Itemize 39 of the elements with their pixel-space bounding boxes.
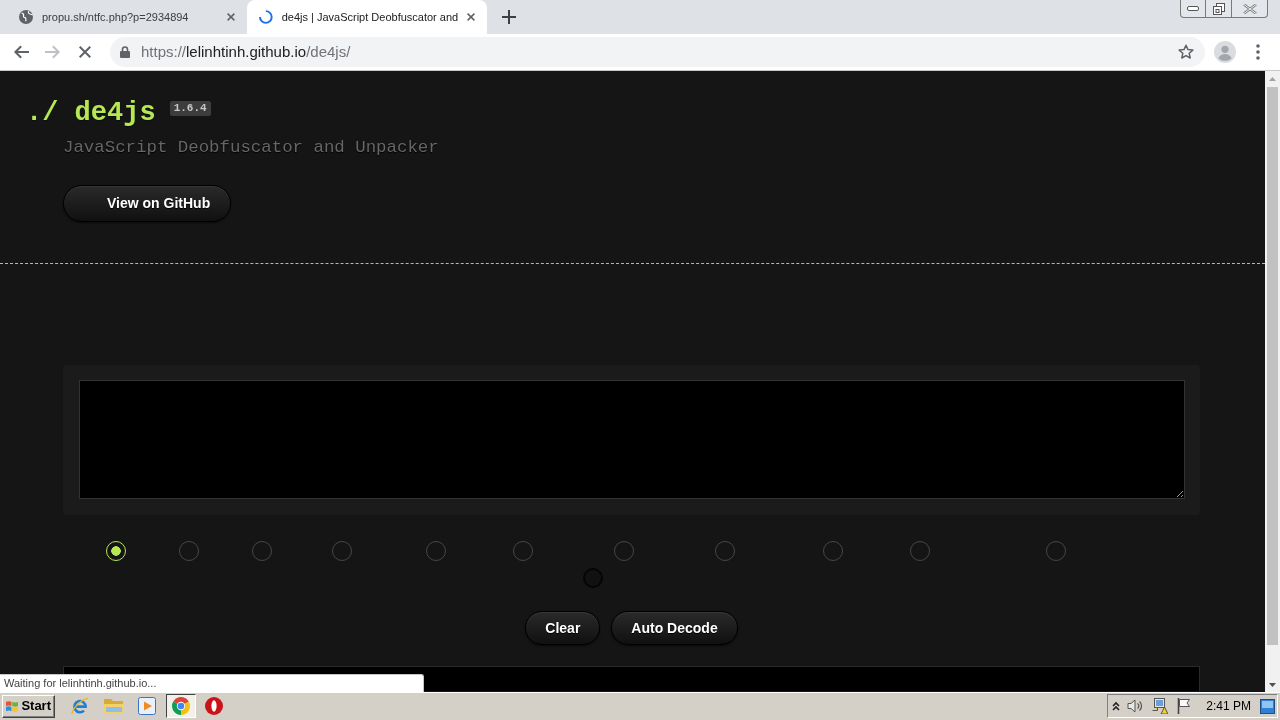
scrollbar-thumb[interactable] <box>1267 87 1278 645</box>
scroll-up-arrow-icon[interactable] <box>1269 76 1276 81</box>
version-tag: 1.6.4 <box>169 101 211 116</box>
speaker-icon[interactable] <box>1127 699 1144 713</box>
restore-icon <box>1212 2 1225 15</box>
chevron-up-icon[interactable] <box>1112 701 1121 711</box>
windows-flag-icon <box>6 698 19 714</box>
menu-icon <box>1256 44 1260 60</box>
url-text: https://lelinhtinh.github.io/de4js/ <box>141 41 352 62</box>
code-input-field[interactable] <box>79 380 1185 499</box>
close-icon <box>467 13 475 21</box>
close-icon <box>227 13 235 21</box>
minimize-icon <box>1187 6 1199 11</box>
flag-icon[interactable] <box>1177 698 1192 714</box>
taskbar-button[interactable] <box>165 694 196 718</box>
close-icon <box>1242 3 1257 14</box>
browser-tab[interactable]: de4js | JavaScript Deobfuscator and <box>247 0 487 34</box>
decode-button[interactable]: Auto Decode <box>611 611 738 645</box>
github-link-button[interactable]: View on GitHub <box>63 185 232 222</box>
start-button[interactable]: Start <box>2 694 55 718</box>
folder-icon <box>103 698 124 714</box>
status-tooltip: Waiting for lelinhtinh.github.io... <box>0 674 424 692</box>
clock-text[interactable]: 2:41 PM <box>1206 697 1251 715</box>
site-logo: ./ de4js <box>26 97 156 130</box>
lock-icon <box>120 46 130 58</box>
star-icon[interactable] <box>1178 44 1194 60</box>
plus-icon <box>502 10 516 24</box>
network-warning-icon[interactable] <box>1152 698 1169 714</box>
browser-tab[interactable]: propu.sh/ntfc.php?p=2934894 <box>7 0 247 34</box>
site-tagline: JavaScript Deobfuscator and Unpacker <box>63 137 439 159</box>
browser-logo-icon <box>171 697 190 715</box>
address-bar[interactable]: https://lelinhtinh.github.io/de4js/ <box>110 37 1205 67</box>
e-letter-icon <box>71 697 89 715</box>
ring-logo-icon <box>205 697 223 715</box>
clear-button[interactable]: Clear <box>525 611 601 645</box>
profile-avatar-icon[interactable] <box>1214 41 1236 63</box>
scroll-down-arrow-icon[interactable] <box>1269 682 1276 687</box>
media-player-icon <box>138 697 156 715</box>
show-desktop-icon[interactable] <box>1260 698 1275 714</box>
